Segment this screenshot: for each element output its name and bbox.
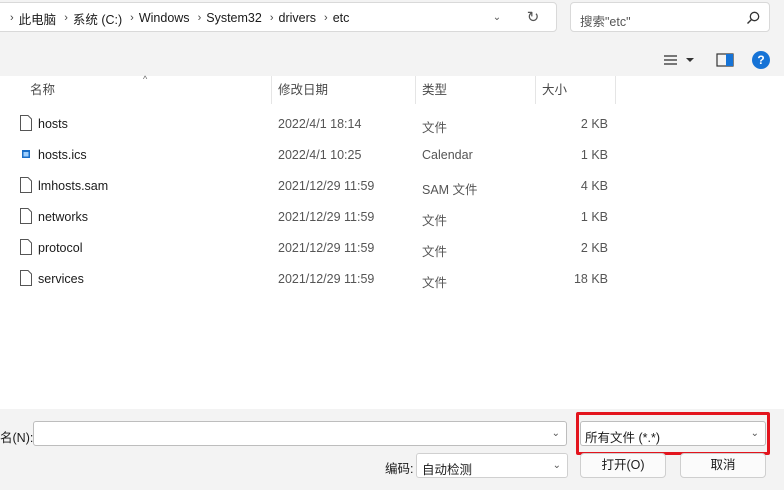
file-size: 1 KB [580, 148, 608, 162]
encoding-label: 编码: [385, 462, 414, 476]
breadcrumb: › 此电脑 › 系统 (C:) › Windows › System32 › driver… [8, 3, 349, 33]
file-type: 文件 [422, 276, 448, 290]
file-row[interactable]: services 2021/12/29 11:59 文件 18 KB [0, 263, 784, 294]
search-placeholder: 搜索"etc" [580, 15, 631, 29]
encoding-value: 自动检测 [422, 463, 473, 477]
chevron-right-icon: › [10, 12, 14, 24]
file-date: 2021/12/29 11:59 [278, 241, 375, 255]
file-row[interactable]: lmhosts.sam 2021/12/29 11:59 SAM 文件 4 KB [0, 170, 784, 201]
file-list: 名称 ^ 修改日期 类型 大小 hosts 2022/4/1 18:14 文件 … [0, 74, 784, 409]
column-header-size[interactable]: 大小 [542, 76, 567, 104]
file-type: SAM 文件 [422, 183, 478, 197]
filename-label: 名(N): [0, 431, 34, 445]
chevron-right-icon: › [269, 12, 274, 24]
address-row: › 此电脑 › 系统 (C:) › Windows › System32 › driver… [0, 0, 784, 38]
chevron-down-icon[interactable]: ⌄ [553, 460, 561, 471]
chevron-right-icon: › [130, 12, 134, 24]
file-type: 文件 [422, 121, 448, 135]
column-divider[interactable] [415, 76, 416, 104]
file-icon [20, 115, 32, 131]
chevron-right-icon: › [64, 12, 68, 24]
file-size: 4 KB [580, 179, 608, 193]
encoding-select[interactable]: 自动检测 ⌄ [416, 453, 568, 478]
file-name: lmhosts.sam [38, 179, 109, 193]
file-name: hosts.ics [38, 148, 87, 162]
file-size: 2 KB [580, 117, 608, 131]
chevron-down-icon[interactable]: ⌄ [552, 428, 560, 439]
file-icon [20, 270, 32, 286]
column-header-date[interactable]: 修改日期 [278, 76, 328, 104]
file-name: services [38, 272, 84, 286]
breadcrumb-item-system32[interactable]: › System32 [190, 3, 262, 33]
breadcrumb-item-windows[interactable]: › Windows [122, 3, 189, 33]
file-type: 文件 [422, 214, 448, 228]
list-view-icon[interactable] [662, 51, 702, 69]
cancel-button[interactable]: 取消 [680, 453, 766, 478]
file-date: 2022/4/1 18:14 [278, 117, 362, 131]
breadcrumb-item-this-pc[interactable]: › 此电脑 [8, 3, 56, 33]
file-size: 2 KB [580, 241, 608, 255]
file-date: 2021/12/29 11:59 [278, 272, 375, 286]
column-divider[interactable] [535, 76, 536, 104]
file-date: 2022/4/1 10:25 [278, 148, 362, 162]
file-type: Calendar [422, 148, 473, 162]
calendar-file-icon [22, 150, 30, 158]
file-name: hosts [38, 117, 68, 131]
sort-ascending-icon: ^ [143, 74, 148, 84]
chevron-down-icon[interactable]: ⌄ [490, 11, 504, 25]
file-name: protocol [38, 241, 83, 255]
filename-field[interactable]: ⌄ [33, 421, 567, 446]
file-type: 文件 [422, 245, 448, 259]
refresh-icon[interactable]: ↻ [524, 9, 542, 27]
file-row[interactable]: protocol 2021/12/29 11:59 文件 2 KB [0, 232, 784, 263]
chevron-right-icon: › [324, 12, 328, 24]
help-button[interactable]: ? [752, 51, 770, 69]
preview-pane-icon[interactable] [716, 53, 734, 67]
address-bar[interactable]: › 此电脑 › 系统 (C:) › Windows › System32 › driver… [0, 2, 557, 32]
bottom-panel: 名(N): ⌄ 所有文件 (*.*) ⌄ 编码: 自动检测 ⌄ 打开(O) 取消 [0, 409, 784, 490]
file-size: 18 KB [573, 272, 608, 286]
file-size: 1 KB [580, 210, 608, 224]
breadcrumb-item-etc[interactable]: › etc [316, 3, 349, 33]
column-header-type[interactable]: 类型 [422, 76, 447, 104]
search-input[interactable]: 搜索"etc" [570, 2, 770, 32]
file-date: 2021/12/29 11:59 [278, 179, 375, 193]
file-icon [20, 177, 32, 193]
file-name: networks [38, 210, 89, 224]
chevron-right-icon: › [197, 12, 202, 24]
file-date: 2021/12/29 11:59 [278, 210, 375, 224]
breadcrumb-item-c-drive[interactable]: › 系统 (C:) [56, 3, 122, 33]
file-row[interactable]: hosts.ics 2022/4/1 10:25 Calendar 1 KB [0, 139, 784, 170]
file-row[interactable]: hosts 2022/4/1 18:14 文件 2 KB [0, 108, 784, 139]
column-header-name[interactable]: 名称 [30, 76, 55, 104]
file-icon [20, 239, 32, 255]
toolbar: ? [0, 45, 784, 75]
highlight-box [576, 412, 770, 455]
breadcrumb-item-drivers[interactable]: › drivers [262, 3, 316, 33]
open-button[interactable]: 打开(O) [580, 453, 666, 478]
search-icon[interactable] [745, 10, 761, 26]
column-divider[interactable] [615, 76, 616, 104]
file-row[interactable]: networks 2021/12/29 11:59 文件 1 KB [0, 201, 784, 232]
column-divider[interactable] [271, 76, 272, 104]
file-icon [20, 208, 32, 224]
